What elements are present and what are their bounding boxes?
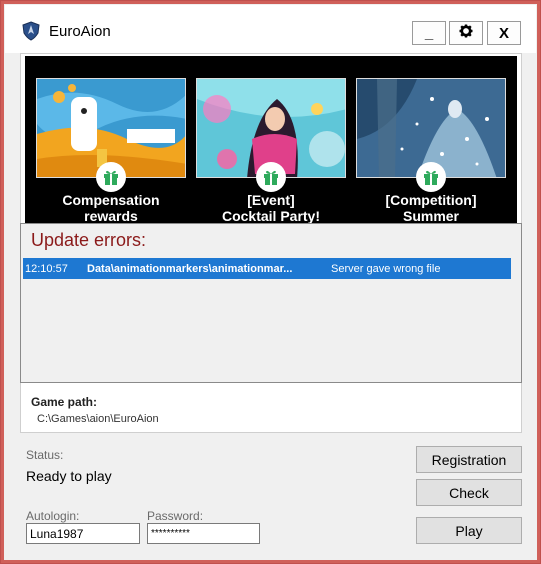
autologin-label: Autologin: [26, 509, 80, 523]
close-button[interactable]: X [487, 21, 521, 45]
password-label: Password: [147, 509, 204, 523]
autologin-input[interactable] [26, 523, 140, 544]
gift-icon [416, 162, 446, 192]
update-errors-title: Update errors: [31, 230, 147, 250]
game-path-value: C:\Games\aion\EuroAion [37, 413, 159, 425]
registration-button[interactable]: Registration [416, 446, 522, 473]
gift-icon [96, 162, 126, 192]
error-message: Server gave wrong file [331, 262, 441, 275]
settings-button[interactable] [449, 21, 483, 45]
update-errors-panel: Update errors: 12:10:57 Data\animationma… [20, 223, 522, 383]
news-card[interactable]: [Event] Cocktail Party! [196, 78, 346, 226]
news-title-line2: rewards [84, 208, 138, 224]
error-row[interactable]: 12:10:57 Data\animationmarkers\animation… [23, 258, 511, 279]
news-title-line1: [Competition] [385, 192, 477, 208]
news-card[interactable]: [Competition] Summer [356, 78, 506, 226]
window-title: EuroAion [49, 23, 111, 40]
news-title-line1: [Event] [247, 192, 295, 208]
game-path-label: Game path: [31, 395, 98, 409]
launcher-window: EuroAion _ X Compensation rewards [Event… [0, 0, 541, 564]
news-title: [Event] Cocktail Party! [196, 192, 346, 224]
news-title-line2: Cocktail Party! [221, 208, 321, 224]
status-value: Ready to play [26, 468, 112, 484]
password-input[interactable] [147, 523, 260, 544]
news-title-line2: Summer [402, 208, 460, 224]
news-title-line1: Compensation [62, 192, 160, 208]
error-time: 12:10:57 [25, 262, 68, 275]
gear-icon [459, 24, 473, 42]
news-card[interactable]: Compensation rewards [36, 78, 186, 226]
check-button[interactable]: Check [416, 479, 522, 506]
error-file: Data\animationmarkers\animationmar... [87, 262, 293, 275]
gift-icon [256, 162, 286, 192]
news-title: [Competition] Summer [356, 192, 506, 224]
minimize-button[interactable]: _ [412, 21, 446, 45]
close-icon: X [498, 24, 509, 42]
news-strip: Compensation rewards [Event] Cocktail Pa… [25, 56, 517, 226]
play-button[interactable]: Play [416, 517, 522, 544]
shield-icon [22, 21, 40, 41]
news-title: Compensation rewards [36, 192, 186, 224]
minimize-icon: _ [424, 24, 434, 42]
status-label: Status: [26, 448, 64, 462]
title-bar: EuroAion _ X [5, 5, 536, 53]
